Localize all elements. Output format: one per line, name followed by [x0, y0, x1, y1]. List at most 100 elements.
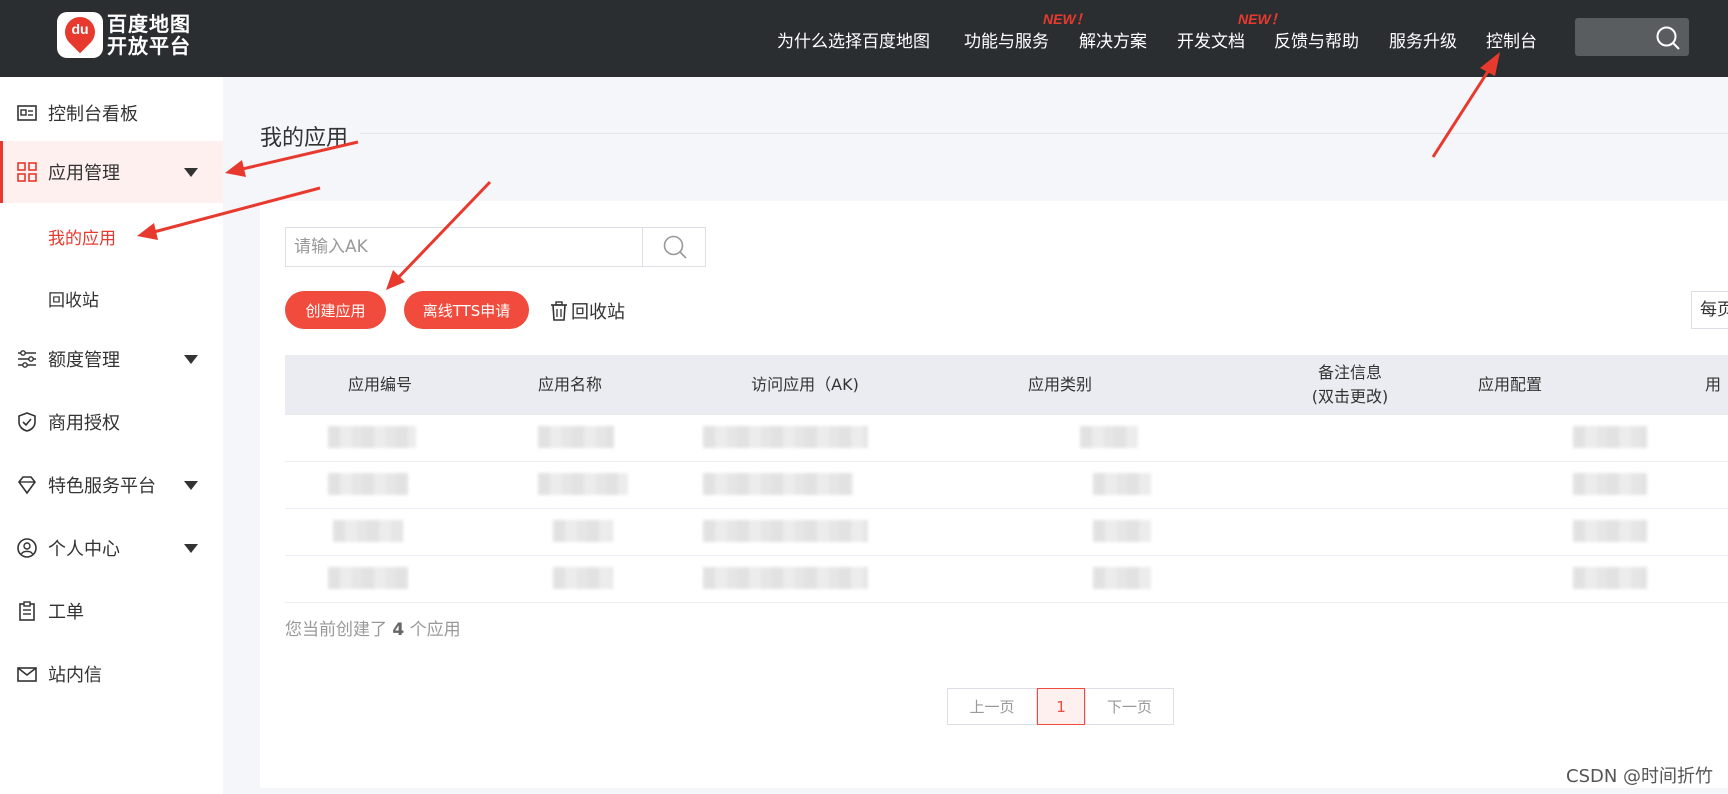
chevron-down-icon: [184, 481, 198, 490]
sliders-icon: [18, 350, 36, 368]
ak-search-input[interactable]: [286, 228, 643, 266]
sidebar-item-site-messages[interactable]: 站内信: [0, 643, 223, 705]
new-badge: NEW！: [1043, 11, 1090, 27]
redacted-cell: [538, 426, 614, 448]
baidu-maps-logo[interactable]: du 百度地图 开放平台: [57, 10, 191, 58]
sidebar-item-label: 特色服务平台: [48, 476, 156, 497]
chevron-down-icon: [184, 544, 198, 553]
offline-tts-apply-button[interactable]: 离线TTS申请: [404, 291, 529, 329]
app-count-summary: 您当前创建了 4 个应用: [285, 620, 461, 640]
clipboard-icon: [19, 601, 35, 621]
sidebar-item-app-management[interactable]: 应用管理: [0, 141, 223, 203]
redacted-cell: [1093, 567, 1151, 589]
column-header-app-name: 应用名称: [537, 375, 602, 394]
sidebar-item-commercial-license[interactable]: 商用授权: [0, 391, 223, 453]
chevron-down-icon: [184, 355, 198, 364]
user-circle-icon: [17, 538, 37, 558]
redacted-cell: [703, 520, 868, 542]
gem-icon: [17, 476, 37, 495]
redacted-cell: [703, 473, 853, 495]
redacted-cell: [1573, 426, 1647, 448]
sidebar-subitem-recycle-bin[interactable]: 回收站: [48, 286, 99, 311]
nav-dev-docs[interactable]: 开发文档: [1177, 27, 1245, 52]
column-header-app-config: 应用配置: [1477, 375, 1542, 394]
column-header-app-id: 应用编号: [347, 375, 412, 394]
redacted-cell: [1573, 520, 1647, 542]
create-app-button[interactable]: 创建应用: [285, 291, 386, 329]
redacted-cell: [328, 473, 408, 495]
redacted-cell: [1093, 520, 1151, 542]
column-header-ak: 访问应用（AK): [751, 375, 859, 394]
next-page-button[interactable]: 下一页: [1085, 688, 1174, 725]
active-indicator: [0, 141, 3, 203]
per-page-select[interactable]: 每页: [1691, 291, 1728, 329]
sidebar-item-label: 额度管理: [48, 350, 120, 371]
sidebar-item-label: 工单: [48, 602, 84, 623]
watermark: CSDN @时间折竹: [1566, 766, 1714, 787]
pagination: 上一页 1 下一页: [947, 688, 1174, 725]
ak-search-box: [285, 227, 706, 267]
column-header-truncated: 用: [1705, 375, 1722, 394]
sidebar-item-quota-management[interactable]: 额度管理: [0, 328, 223, 390]
sidebar: 控制台看板 应用管理 我的应用 回收站 额度管理 商用授权 特色服务平台 个人中…: [0, 77, 223, 794]
column-header-app-category: 应用类别: [1027, 375, 1092, 394]
redacted-cell: [328, 426, 416, 448]
table-header: 应用编号 应用名称 访问应用（AK) 应用类别 备注信息 (双击更改) 应用配置…: [285, 355, 1728, 415]
map-pin-logo-icon: du: [57, 10, 103, 58]
nav-feedback-help[interactable]: 反馈与帮助: [1274, 27, 1359, 52]
mail-icon: [17, 667, 37, 682]
chevron-down-icon: [184, 168, 198, 177]
nav-service-upgrade[interactable]: 服务升级: [1389, 27, 1457, 52]
recycle-bin-button[interactable]: 回收站: [550, 298, 625, 324]
table-row[interactable]: [285, 556, 1728, 603]
sidebar-item-work-order[interactable]: 工单: [0, 580, 223, 642]
top-search-box[interactable]: [1575, 18, 1689, 56]
logo-title-line2: 开放平台: [107, 34, 191, 58]
sidebar-item-personal-center[interactable]: 个人中心: [0, 517, 223, 579]
sidebar-item-label: 个人中心: [48, 539, 120, 560]
redacted-cell: [333, 520, 403, 542]
redacted-cell: [703, 426, 868, 448]
grid-icon: [17, 162, 37, 182]
nav-console[interactable]: 控制台: [1486, 27, 1537, 52]
search-icon: [1656, 26, 1680, 50]
redacted-cell: [538, 473, 628, 495]
top-navigation-bar: du 百度地图 开放平台 为什么选择百度地图 功能与服务 NEW！ 解决方案 开…: [0, 0, 1728, 77]
redacted-cell: [553, 567, 613, 589]
sidebar-item-console-dashboard[interactable]: 控制台看板: [0, 82, 223, 144]
trash-icon: [551, 301, 567, 321]
ak-search-button[interactable]: [644, 228, 705, 266]
recycle-bin-label: 回收站: [571, 302, 625, 323]
page-number-button[interactable]: 1: [1037, 688, 1085, 725]
title-divider: [360, 133, 1728, 134]
sidebar-item-label: 控制台看板: [48, 104, 138, 125]
redacted-cell: [1093, 473, 1151, 495]
sidebar-item-featured-services[interactable]: 特色服务平台: [0, 454, 223, 516]
sidebar-item-label: 站内信: [48, 665, 102, 686]
redacted-cell: [553, 520, 613, 542]
table-row[interactable]: [285, 415, 1728, 462]
nav-why-baidu-maps[interactable]: 为什么选择百度地图: [777, 27, 930, 52]
redacted-cell: [1573, 473, 1647, 495]
search-icon: [663, 235, 687, 259]
remarks-header-line2: (双击更改): [1311, 387, 1389, 406]
nav-features-services[interactable]: 功能与服务: [964, 27, 1049, 52]
logo-title-line1: 百度地图: [107, 12, 191, 36]
remarks-header-line1: 备注信息: [1317, 363, 1382, 382]
column-header-remarks: 备注信息 (双击更改): [1285, 355, 1415, 415]
sidebar-subitem-my-apps[interactable]: 我的应用: [48, 224, 116, 249]
sidebar-item-label: 商用授权: [48, 413, 120, 434]
redacted-cell: [1573, 567, 1647, 589]
app-count: 4: [392, 620, 405, 640]
shield-icon: [18, 412, 36, 432]
dashboard-card-icon: [17, 105, 37, 121]
prev-page-button[interactable]: 上一页: [947, 688, 1037, 725]
table-row[interactable]: [285, 509, 1728, 556]
redacted-cell: [703, 567, 868, 589]
sidebar-item-label: 应用管理: [48, 163, 120, 184]
table-row[interactable]: [285, 462, 1728, 509]
nav-solutions[interactable]: 解决方案: [1079, 27, 1147, 52]
redacted-cell: [1080, 426, 1138, 448]
new-badge: NEW！: [1238, 11, 1285, 27]
redacted-cell: [328, 567, 408, 589]
